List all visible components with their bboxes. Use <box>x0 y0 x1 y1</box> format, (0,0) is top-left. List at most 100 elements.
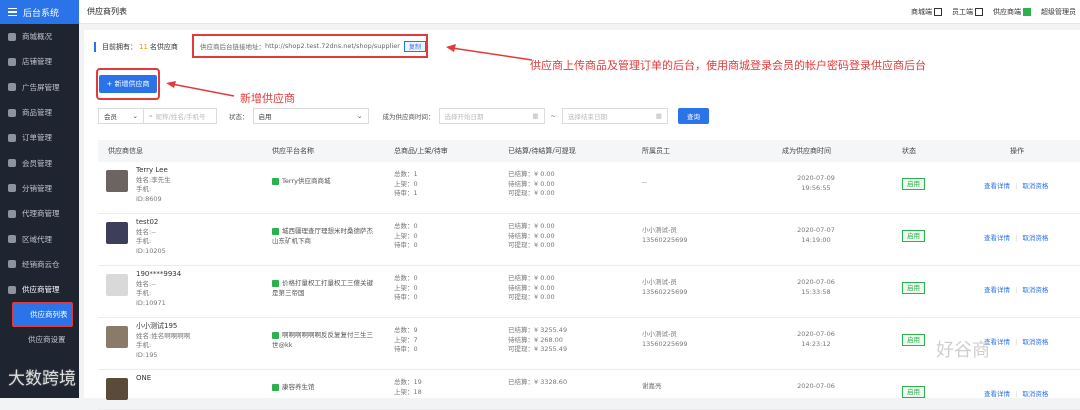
unsettled-amount: 待结算：¥ 0.00 <box>508 231 555 240</box>
cancel-qualification-link[interactable]: 取消资格 <box>1022 234 1048 242</box>
goods-pending[interactable]: 待审：0 <box>394 241 418 251</box>
topbar-link-staff-label: 员工端 <box>952 7 973 16</box>
supplier-name: Terry Lee <box>136 166 168 174</box>
end-date-input[interactable]: 选择结束日期 ▦ <box>561 108 668 124</box>
menu-icon[interactable] <box>8 6 17 19</box>
copy-button[interactable]: 复制 <box>403 40 426 52</box>
add-supplier-button[interactable]: + 新增供应商 <box>99 75 157 93</box>
view-details-link[interactable]: 查看详情 <box>984 234 1010 242</box>
settlement-info: 已结算：¥ 3328.60 <box>508 378 567 388</box>
wechat-icon[interactable] <box>1023 7 1031 16</box>
wechat-icon <box>272 383 279 391</box>
status-badge-text: 启用 <box>902 178 925 190</box>
join-date: 2020-07-09 <box>797 174 835 182</box>
goods-onshelf[interactable]: 上架：18 <box>394 388 422 398</box>
cancel-qualification-link[interactable]: 取消资格 <box>1022 390 1048 398</box>
menu-item-icon <box>8 235 16 244</box>
withdrawable-amount: 可提现：¥ 3255.49 <box>508 345 568 353</box>
start-date-input[interactable]: 选择开始日期 ▦ <box>438 108 545 124</box>
platform-name-text: 啊啊啊啊啊啊反反复复付三生三世@kk <box>272 331 373 349</box>
topbar-link-supplier[interactable]: 供应商端 <box>993 7 1031 17</box>
row-actions: 查看详情 | 取消资格 <box>984 180 1048 190</box>
sidebar-item[interactable]: 会员管理 <box>0 150 79 175</box>
goods-onshelf[interactable]: 上架：0 <box>394 232 418 242</box>
supplier-info: ONE <box>136 374 151 384</box>
goods-onshelf[interactable]: 上架：0 <box>394 284 418 294</box>
settlement-info: 已结算：¥ 0.00 待结算：¥ 0.00 可提现：¥ 0.00 <box>508 170 555 199</box>
staff-phone: 13560225699 <box>642 287 688 296</box>
main-panel: 目前拥有： 11 名供应商 供应商后台链接地址： http://shop2.te… <box>84 30 1080 410</box>
topbar-link-staff[interactable]: 员工端 <box>952 7 983 17</box>
cancel-qualification-link[interactable]: 取消资格 <box>1022 286 1048 294</box>
join-time: 2020-07-07 14:19:00 <box>790 226 842 245</box>
sidebar-item-label: 会员管理 <box>22 158 52 168</box>
sidebar-item[interactable]: 供应商管理 <box>0 277 79 302</box>
wechat-icon <box>272 279 279 287</box>
withdrawable-amount: 可提现：¥ 0.00 <box>508 241 555 249</box>
staff-info: 谢嘉亮 <box>642 382 662 392</box>
status-badge: 启用 <box>902 178 925 190</box>
sidebar-subitem[interactable]: 供应商列表 <box>12 302 73 328</box>
table-header: 供应商信息 供应平台名称 总商品/上架/待审 已结算/待结算/可提现 所属员工 … <box>98 140 1080 162</box>
goods-pending[interactable]: 待审：0 <box>394 293 418 303</box>
staff-name: 小小测试-员 <box>642 330 677 338</box>
status-select-value: 启用 <box>258 113 272 121</box>
join-time: 2020-07-09 19:56:55 <box>790 174 842 193</box>
supplier-realname: 姓名:-- <box>136 227 156 236</box>
platform-name-text: 康容养生馆 <box>282 383 315 391</box>
view-details-link[interactable]: 查看详情 <box>984 390 1010 398</box>
qrcode-icon[interactable] <box>975 7 983 16</box>
sidebar-item[interactable]: 分销管理 <box>0 176 79 201</box>
sidebar-item[interactable]: 区域代理 <box>0 226 79 251</box>
sidebar-item-label: 订单管理 <box>22 133 52 143</box>
sidebar-subitem[interactable]: 供应商设置 <box>0 327 79 352</box>
row-actions: 查看详情 | 取消资格 <box>984 388 1048 398</box>
end-date-placeholder: 选择结束日期 <box>567 113 607 121</box>
view-details-link[interactable]: 查看详情 <box>984 182 1010 190</box>
supplier-realname: 姓名:姓名啊啊啊啊 <box>136 331 191 340</box>
supplier-id: ID:195 <box>136 350 158 359</box>
sidebar-item[interactable]: 订单管理 <box>0 125 79 150</box>
goods-onshelf[interactable]: 上架：7 <box>394 336 418 346</box>
staff-info: 小小测试-员 13560225699 <box>642 278 688 297</box>
time-label: 成为供应商时间： <box>382 113 435 121</box>
sidebar-item[interactable]: 商品管理 <box>0 100 79 125</box>
goods-pending[interactable]: 待审：0 <box>394 345 418 355</box>
page-title: 供应商列表 <box>87 7 127 16</box>
query-button[interactable]: 查询 <box>677 108 709 124</box>
avatar <box>106 170 128 192</box>
menu-item-icon <box>8 108 16 117</box>
sidebar-item[interactable]: 代理商管理 <box>0 201 79 226</box>
supplier-id: ID:10205 <box>136 246 166 255</box>
sidebar-item[interactable]: 广告屏管理 <box>0 75 79 100</box>
user-name[interactable]: 超级管理员 <box>1041 7 1076 17</box>
topbar-link-mall[interactable]: 商城端 <box>911 7 942 17</box>
supplier-count: 目前拥有： 11 名供应商 <box>94 38 178 56</box>
avatar <box>106 222 128 244</box>
withdrawable-amount: 可提现：¥ 0.00 <box>508 293 555 301</box>
status-select[interactable]: 启用 ⌄ <box>252 108 369 124</box>
platform-name-text: 城西疆理查厅理想米时桑德萨杰山东矿机下商 <box>272 227 373 245</box>
cancel-qualification-link[interactable]: 取消资格 <box>1022 338 1048 346</box>
supplier-realname: 姓名:-- <box>136 279 156 288</box>
column-header: 总商品/上架/待审 <box>394 147 448 155</box>
sidebar-item[interactable]: 经销商云仓 <box>0 252 79 277</box>
qrcode-icon[interactable] <box>934 7 942 16</box>
sidebar-item[interactable]: 店铺管理 <box>0 49 79 74</box>
search-input[interactable]: ⌕ 昵称/姓名/手机号 <box>143 108 217 124</box>
menu-item-icon <box>8 285 16 294</box>
menu-item-icon <box>8 209 16 218</box>
goods-pending[interactable]: 待审：1 <box>394 189 418 199</box>
sidebar-item-label: 供应商管理 <box>22 285 60 295</box>
view-details-link[interactable]: 查看详情 <box>984 286 1010 294</box>
member-select[interactable]: 会员 ⌄ <box>98 108 144 124</box>
sidebar-item[interactable]: 商城概况 <box>0 24 79 49</box>
supplier-link-box: 供应商后台链接地址： http://shop2.test.72dns.net/s… <box>192 34 428 58</box>
goods-onshelf[interactable]: 上架：0 <box>394 180 418 190</box>
platform-name-text: 价格打量权工打量权工三傻关键是第三帝国 <box>272 279 373 297</box>
staff-name: 小小测试-员 <box>642 278 677 286</box>
count-suffix: 名供应商 <box>149 43 178 51</box>
menu-item-icon <box>8 57 16 66</box>
cancel-qualification-link[interactable]: 取消资格 <box>1022 182 1048 190</box>
sidebar-header[interactable]: 后台系统 <box>0 0 79 24</box>
